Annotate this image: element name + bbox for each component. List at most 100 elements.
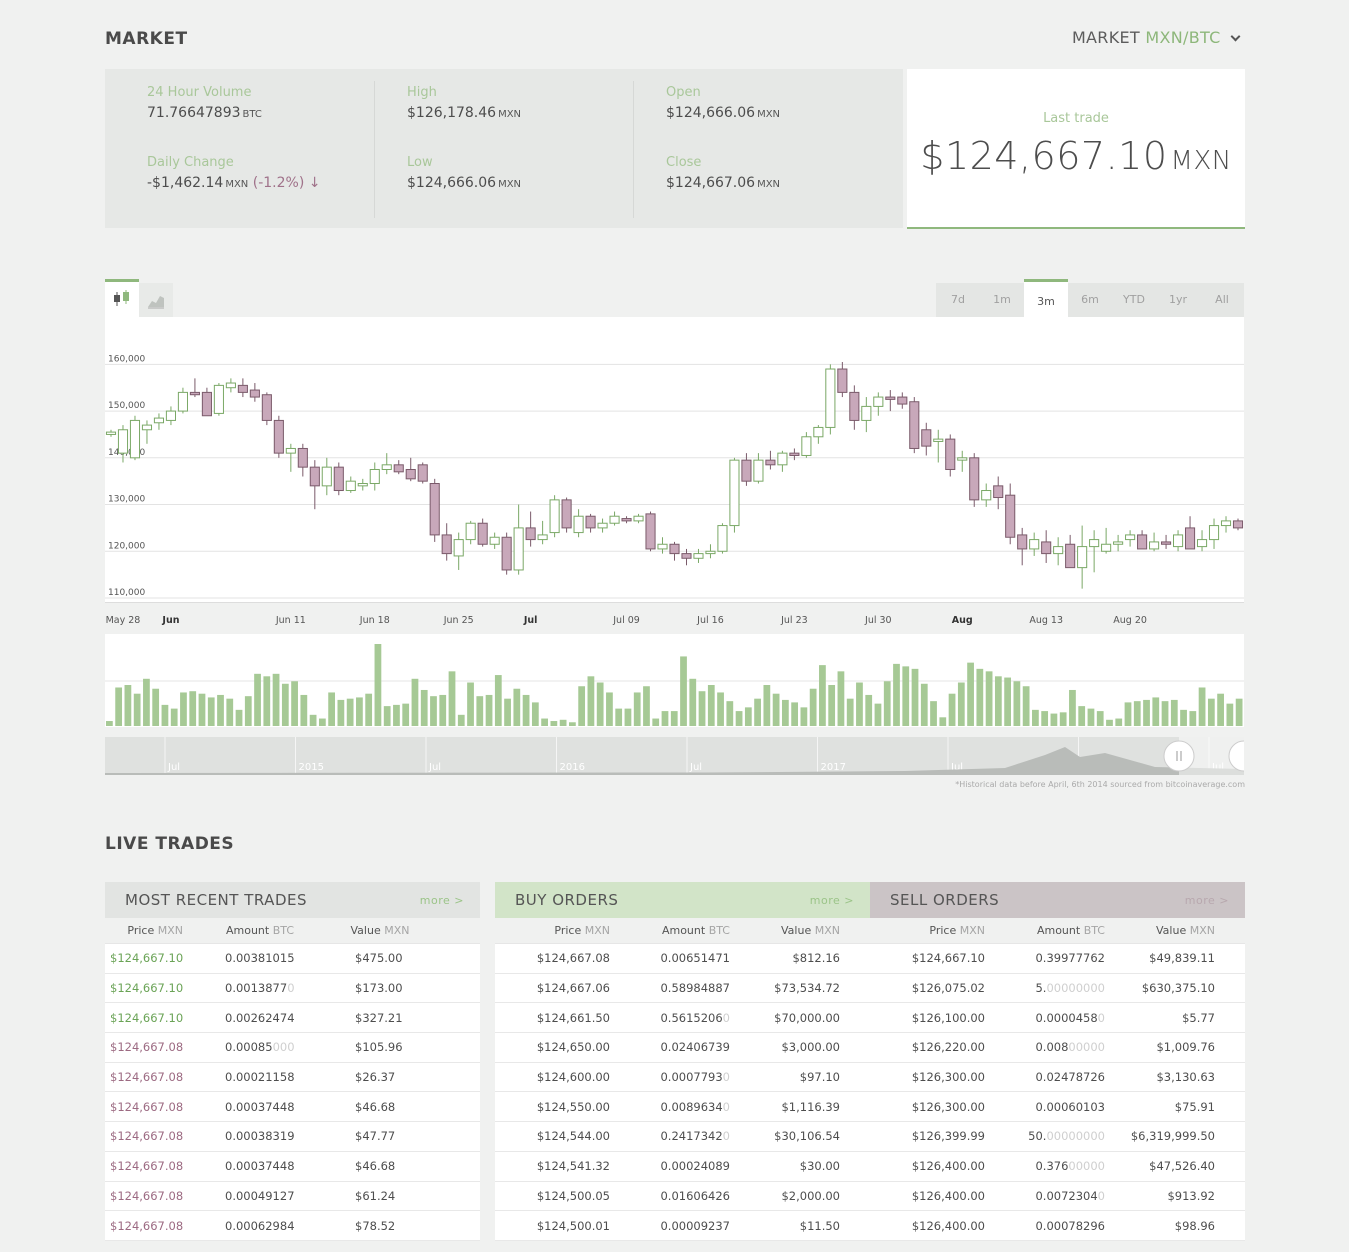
price-cell: $124,541.32 — [536, 1159, 610, 1174]
table-row[interactable]: $126,075.02 5.00000000 $630,375.10 — [870, 974, 1245, 1004]
price-cell: $126,400.00 — [911, 1159, 985, 1174]
table-row[interactable]: $124,667.10 0.39977762 $49,839.11 — [870, 944, 1245, 974]
table-row[interactable]: $126,300.00 0.00060103 $75.91 — [870, 1092, 1245, 1123]
value-cell: $26.37 — [355, 1070, 396, 1085]
candle-body — [1184, 527, 1196, 550]
table-row[interactable]: $124,500.05 0.01606426 $2,000.00 — [495, 1182, 870, 1212]
candle-body — [1196, 539, 1208, 548]
value-cell: $98.96 — [1174, 1218, 1215, 1233]
sell-orders-more-link[interactable]: more > — [1185, 894, 1229, 907]
table-row[interactable]: $124,667.10 0.00381015 $475.00 — [105, 944, 480, 974]
candle-body — [429, 483, 440, 536]
table-row[interactable]: $124,667.08 0.00021158 $26.37 — [105, 1063, 480, 1093]
volume-bar — [1198, 687, 1206, 726]
volume-bar — [541, 718, 548, 726]
table-row[interactable]: $124,661.50 0.56152060 $70,000.00 — [495, 1003, 870, 1034]
amount-value: 0.00078296 — [1035, 1218, 1105, 1233]
x-tick-label: Jun 18 — [359, 615, 390, 626]
candle-body — [273, 419, 284, 454]
volume-bar — [680, 656, 687, 726]
table-row[interactable]: $126,400.00 0.00723040 $913.92 — [870, 1182, 1245, 1212]
volume-bar — [318, 718, 326, 726]
candle-body — [585, 515, 596, 529]
x-tick-label: Aug — [952, 615, 973, 626]
table-row[interactable]: $124,550.00 0.00896340 $1,116.39 — [495, 1092, 870, 1123]
market-pair-select[interactable]: MARKET MXN/BTC — [1072, 28, 1241, 47]
amount-cell: 0.01606426 — [610, 1189, 730, 1203]
table-row[interactable]: $124,667.06 0.58984887 $73,534.72 — [495, 974, 870, 1004]
candle-body — [213, 384, 224, 414]
table-row[interactable]: $124,667.08 0.00038319 $47.77 — [105, 1122, 480, 1152]
candle-body — [645, 513, 656, 550]
stat-low-label: Low — [407, 155, 433, 170]
value-cell: $105.96 — [355, 1040, 403, 1055]
price-cell: $126,100.00 — [911, 1010, 985, 1025]
candle-body — [561, 499, 572, 529]
table-row[interactable]: $124,667.10 0.00262474 $327.21 — [105, 1003, 480, 1034]
amount-value: 0.2417342 — [660, 1129, 723, 1144]
volume-bar — [1124, 702, 1132, 726]
amount-trailing-zeros: 00000000 — [1046, 1129, 1105, 1144]
column-header: Amount BTC — [205, 924, 315, 937]
x-tick-label: Jun 11 — [275, 615, 306, 626]
table-row[interactable]: $124,650.00 0.02406739 $3,000.00 — [495, 1033, 870, 1063]
volume-bar — [976, 668, 984, 726]
candle-body — [117, 429, 129, 454]
recent-trades-more-link[interactable]: more > — [420, 894, 464, 907]
candle-body — [249, 389, 260, 398]
amount-value: 0.00021158 — [225, 1070, 295, 1085]
price-cell: $124,667.10 — [110, 1010, 184, 1025]
last-trade-unit: MXN — [1170, 146, 1232, 176]
volume-bar — [124, 685, 132, 726]
volume-bar — [281, 683, 289, 726]
price-cell: $124,667.08 — [536, 951, 610, 966]
candle-body — [537, 534, 548, 541]
candle-body — [465, 522, 476, 541]
value-cell: $49,839.11 — [1149, 951, 1215, 966]
table-row[interactable]: $124,667.08 0.00085000 $105.96 — [105, 1033, 480, 1063]
volume-bar — [1050, 713, 1058, 726]
column-name: Price — [554, 924, 582, 937]
volume-bar — [661, 711, 669, 726]
volume-bar — [754, 698, 761, 726]
volume-bar — [698, 691, 706, 726]
table-row[interactable]: $124,600.00 0.00077930 $97.10 — [495, 1063, 870, 1093]
table-row[interactable]: $126,400.00 0.00078296 $98.96 — [870, 1211, 1245, 1241]
candle-body — [1220, 520, 1232, 527]
stat-close-value: $124,667.06 — [666, 175, 756, 191]
candle-body — [165, 410, 176, 421]
y-tick-label: 160,000 — [108, 354, 145, 364]
table-row[interactable]: $124,667.08 0.00062984 $78.52 — [105, 1211, 480, 1241]
amount-cell: 0.00651471 — [610, 951, 730, 965]
volume-bar — [1133, 701, 1141, 726]
table-row[interactable]: $124,667.08 0.00049127 $61.24 — [105, 1182, 480, 1212]
table-row[interactable]: $126,400.00 0.37600000 $47,526.40 — [870, 1152, 1245, 1182]
historical-data-footnote: *Historical data before April, 6th 2014 … — [955, 780, 1245, 789]
navigator-handle-left[interactable] — [1163, 740, 1195, 772]
table-row[interactable]: $126,300.00 0.02478726 $3,130.63 — [870, 1063, 1245, 1093]
table-row[interactable]: $126,220.00 0.00800000 $1,009.76 — [870, 1033, 1245, 1063]
column-name: Price — [929, 924, 957, 937]
table-row[interactable]: $124,544.00 0.24173420 $30,106.54 — [495, 1122, 870, 1152]
amount-value: 0.02478726 — [1035, 1070, 1105, 1085]
volume-bar — [1069, 689, 1076, 726]
table-row[interactable]: $124,667.08 0.00037448 $46.68 — [105, 1092, 480, 1123]
amount-value: 0.00060103 — [1035, 1099, 1105, 1114]
table-row[interactable]: $124,541.32 0.00024089 $30.00 — [495, 1152, 870, 1182]
candle-body — [993, 485, 1004, 499]
amount-trailing-zeros: 0 — [1097, 1010, 1105, 1025]
price-cell: $124,667.08 — [110, 1129, 184, 1144]
table-row[interactable]: $126,100.00 0.00004580 $5.77 — [870, 1003, 1245, 1034]
buy-orders-more-link[interactable]: more > — [810, 894, 854, 907]
table-row[interactable]: $124,500.01 0.00009237 $11.50 — [495, 1211, 870, 1241]
amount-value: 0.0089634 — [660, 1099, 723, 1114]
amount-cell: 0.00062984 — [225, 1219, 355, 1233]
amount-cell: 50.00000000 — [985, 1129, 1105, 1143]
volume-bar — [393, 704, 400, 726]
table-row[interactable]: $124,667.10 0.00138770 $173.00 — [105, 974, 480, 1004]
table-row[interactable]: $124,667.08 0.00037448 $46.68 — [105, 1152, 480, 1182]
table-row[interactable]: $126,399.99 50.00000000 $6,319,999.50 — [870, 1122, 1245, 1152]
volume-bar — [800, 707, 808, 726]
table-row[interactable]: $124,667.08 0.00651471 $812.16 — [495, 944, 870, 974]
price-cell: $124,667.08 — [110, 1159, 184, 1174]
